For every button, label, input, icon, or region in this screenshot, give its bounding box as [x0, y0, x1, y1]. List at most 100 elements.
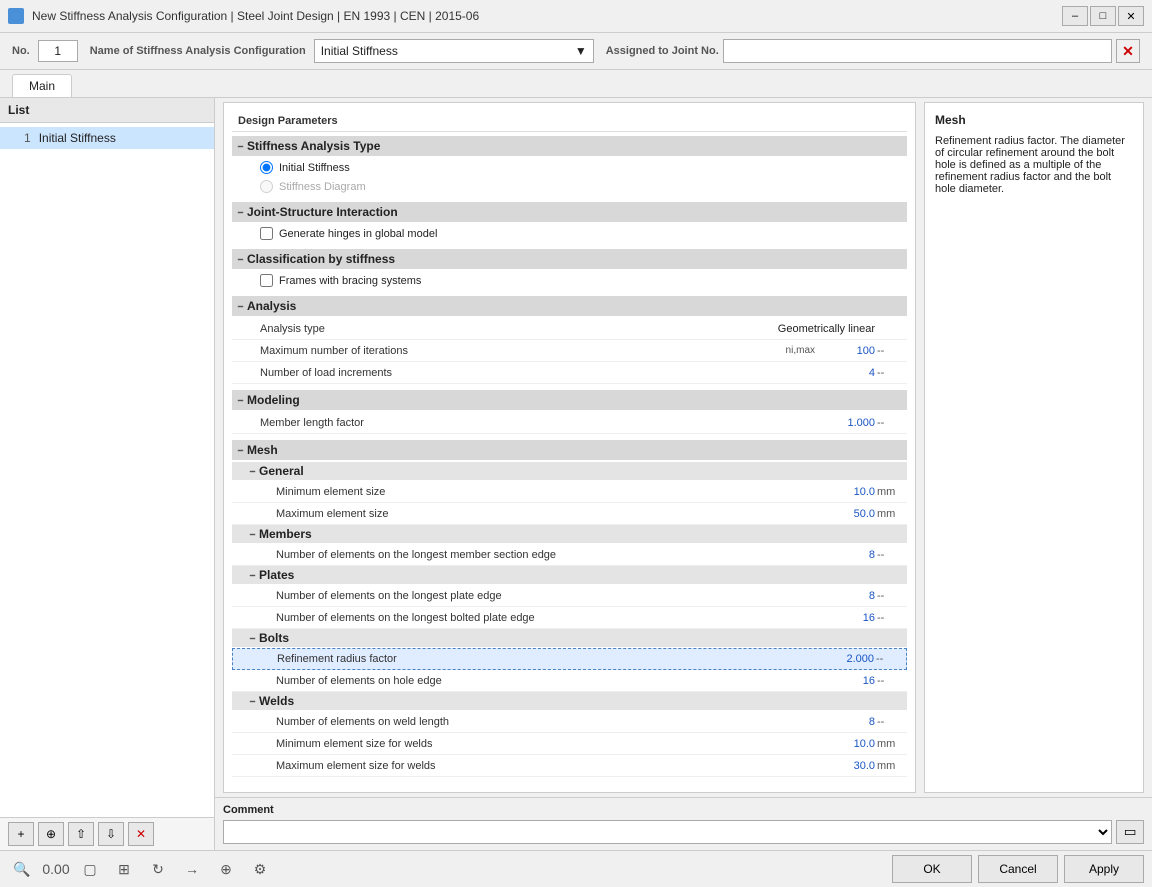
- collapse-icon-5: ⎯: [238, 395, 243, 406]
- ok-button[interactable]: OK: [892, 855, 972, 883]
- radio-stiffness-diagram-label: Stiffness Diagram: [279, 181, 366, 193]
- frames-bracing-row[interactable]: Frames with bracing systems: [232, 271, 907, 290]
- view-button[interactable]: ▢: [76, 855, 104, 883]
- add-button[interactable]: ⊕: [212, 855, 240, 883]
- name-dropdown[interactable]: Initial Stiffness ▼: [314, 39, 594, 63]
- analysis-type-row: Analysis type Geometrically linear: [232, 318, 907, 340]
- navigate-button[interactable]: →: [178, 855, 206, 883]
- move-up-button[interactable]: ⇧: [68, 822, 94, 846]
- member-elements-value: 8: [817, 549, 877, 561]
- refinement-radius-unit: --: [876, 653, 900, 665]
- stiffness-type-label: Stiffness Analysis Type: [247, 139, 380, 153]
- collapse-icon: ⎯: [238, 141, 243, 152]
- iterations-subscript: ni,max: [786, 345, 817, 356]
- collapse-icon-7: ⎯: [250, 466, 255, 477]
- mesh-plates-section[interactable]: ⎯ Plates: [232, 566, 907, 584]
- bolted-plate-elements-label: Number of elements on the longest bolted…: [232, 612, 817, 624]
- collapse-icon-2: ⎯: [238, 207, 243, 218]
- list-item[interactable]: 1 Initial Stiffness: [0, 127, 214, 149]
- max-iterations-unit: --: [877, 345, 901, 357]
- load-increments-unit: --: [877, 367, 901, 379]
- tabs-bar: Main: [0, 70, 1152, 98]
- classification-section[interactable]: ⎯ Classification by stiffness: [232, 249, 907, 269]
- numeric-button[interactable]: 0.00: [42, 855, 70, 883]
- grid-button[interactable]: ⊞: [110, 855, 138, 883]
- load-increments-row: Number of load increments 4 --: [232, 362, 907, 384]
- mesh-bolts-section[interactable]: ⎯ Bolts: [232, 629, 907, 647]
- list-content: 1 Initial Stiffness: [0, 123, 214, 817]
- analysis-type-label: Analysis type: [232, 323, 778, 335]
- analysis-type-value: Geometrically linear: [778, 323, 877, 335]
- search-button[interactable]: 🔍: [8, 855, 36, 883]
- apply-button[interactable]: Apply: [1064, 855, 1144, 883]
- bolted-plate-elements-row: Number of elements on the longest bolted…: [232, 607, 907, 629]
- joint-structure-section[interactable]: ⎯ Joint-Structure Interaction: [232, 202, 907, 222]
- hole-edge-elements-row: Number of elements on hole edge 16 --: [232, 670, 907, 692]
- min-element-value: 10.0: [817, 486, 877, 498]
- tab-main[interactable]: Main: [12, 74, 72, 97]
- mesh-section[interactable]: ⎯ Mesh: [232, 440, 907, 460]
- weld-length-elements-row: Number of elements on weld length 8 --: [232, 711, 907, 733]
- collapse-icon-3: ⎯: [238, 254, 243, 265]
- title-bar: New Stiffness Analysis Configuration | S…: [0, 0, 1152, 33]
- close-button[interactable]: ✕: [1118, 6, 1144, 26]
- radio-initial-stiffness-input[interactable]: [260, 161, 273, 174]
- config-bar: No. 1 Name of Stiffness Analysis Configu…: [0, 33, 1152, 70]
- assigned-label: Assigned to Joint No.: [606, 45, 719, 57]
- plate-elements-unit: --: [877, 590, 901, 602]
- radio-initial-stiffness[interactable]: Initial Stiffness: [232, 158, 907, 177]
- mesh-general-section[interactable]: ⎯ General: [232, 462, 907, 480]
- add-item-button[interactable]: +: [8, 822, 34, 846]
- generate-hinges-row[interactable]: Generate hinges in global model: [232, 224, 907, 243]
- analysis-section[interactable]: ⎯ Analysis: [232, 296, 907, 316]
- comment-section: Comment ▭: [215, 797, 1152, 850]
- window-title: New Stiffness Analysis Configuration | S…: [32, 9, 1054, 23]
- member-elements-row: Number of elements on the longest member…: [232, 544, 907, 566]
- joint-structure-label: Joint-Structure Interaction: [247, 205, 398, 219]
- info-title: Mesh: [935, 113, 1133, 127]
- max-iterations-value: 100: [817, 345, 877, 357]
- frames-bracing-label: Frames with bracing systems: [279, 275, 421, 287]
- mesh-welds-section[interactable]: ⎯ Welds: [232, 692, 907, 710]
- weld-length-elements-value: 8: [817, 716, 877, 728]
- modeling-section[interactable]: ⎯ Modeling: [232, 390, 907, 410]
- app-icon: [8, 8, 24, 24]
- cancel-button[interactable]: Cancel: [978, 855, 1058, 883]
- minimize-button[interactable]: –: [1062, 6, 1088, 26]
- collapse-icon-6: ⎯: [238, 445, 243, 456]
- params-panel[interactable]: Design Parameters ⎯ Stiffness Analysis T…: [223, 102, 916, 793]
- bolted-plate-elements-unit: --: [877, 612, 901, 624]
- mesh-plates-label: Plates: [259, 568, 294, 582]
- assigned-input[interactable]: [723, 39, 1112, 63]
- min-weld-element-value: 10.0: [817, 738, 877, 750]
- stiffness-type-section[interactable]: ⎯ Stiffness Analysis Type: [232, 136, 907, 156]
- plate-elements-value: 8: [817, 590, 877, 602]
- max-weld-element-value: 30.0: [817, 760, 877, 772]
- analysis-label: Analysis: [247, 299, 296, 313]
- comment-input[interactable]: [223, 820, 1112, 844]
- name-section: Name of Stiffness Analysis Configuration…: [90, 39, 594, 63]
- settings-button[interactable]: ⚙: [246, 855, 274, 883]
- plate-elements-label: Number of elements on the longest plate …: [232, 590, 817, 602]
- copy-item-button[interactable]: ⊕: [38, 822, 64, 846]
- delete-item-button[interactable]: ✕: [128, 822, 154, 846]
- bolted-plate-elements-value: 16: [817, 612, 877, 624]
- refinement-radius-row[interactable]: Refinement radius factor 2.000 --: [232, 648, 907, 670]
- frames-bracing-checkbox[interactable]: [260, 274, 273, 287]
- radio-stiffness-diagram[interactable]: Stiffness Diagram: [232, 177, 907, 196]
- info-text: Refinement radius factor. The diameter o…: [935, 135, 1133, 195]
- move-down-button[interactable]: ⇩: [98, 822, 124, 846]
- generate-hinges-checkbox[interactable]: [260, 227, 273, 240]
- mesh-welds-label: Welds: [259, 694, 294, 708]
- rotate-button[interactable]: ↻: [144, 855, 172, 883]
- clear-assigned-button[interactable]: ✕: [1116, 39, 1140, 63]
- plate-elements-row: Number of elements on the longest plate …: [232, 585, 907, 607]
- radio-stiffness-diagram-input[interactable]: [260, 180, 273, 193]
- load-increments-value: 4: [817, 367, 877, 379]
- mesh-members-section[interactable]: ⎯ Members: [232, 525, 907, 543]
- maximize-button[interactable]: □: [1090, 6, 1116, 26]
- max-weld-element-row: Maximum element size for welds 30.0 mm: [232, 755, 907, 777]
- window-controls: – □ ✕: [1062, 6, 1144, 26]
- comment-copy-button[interactable]: ▭: [1116, 820, 1144, 844]
- mesh-bolts-label: Bolts: [259, 631, 289, 645]
